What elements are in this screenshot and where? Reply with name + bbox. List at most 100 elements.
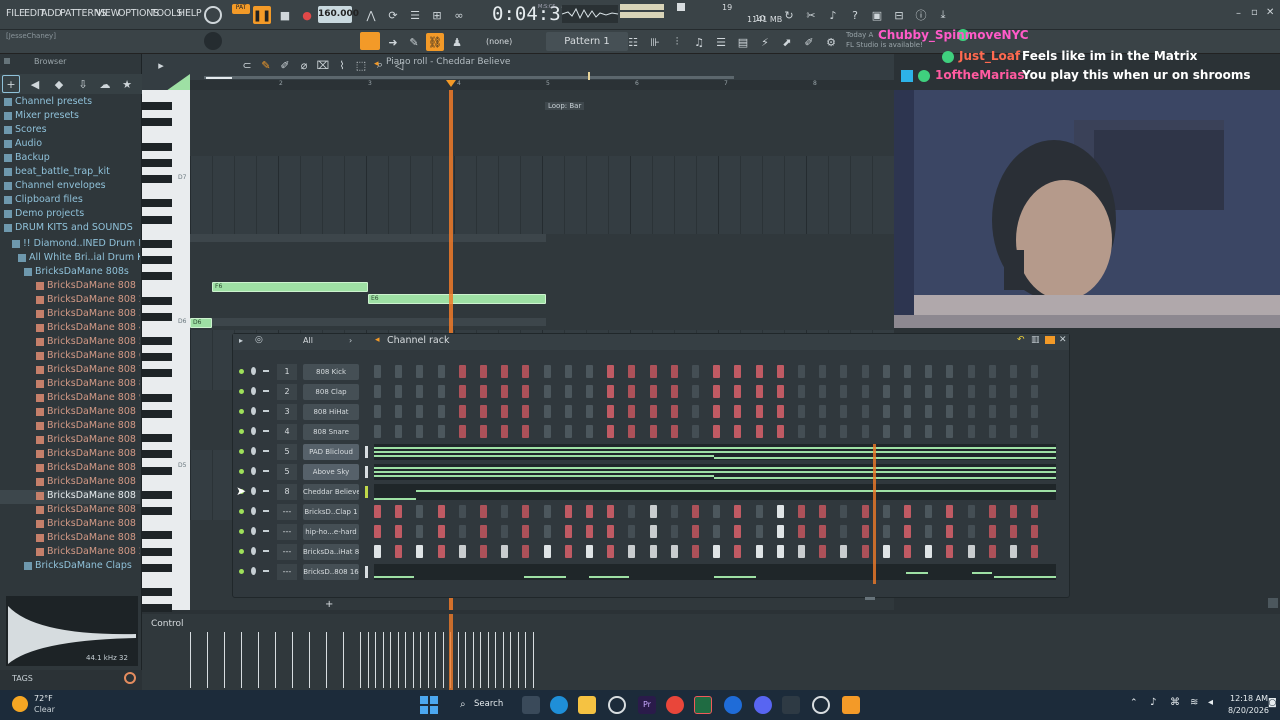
step-button[interactable] <box>798 385 805 398</box>
black-key[interactable] <box>142 563 172 572</box>
velocity-bar[interactable] <box>275 632 276 688</box>
tools-icon[interactable]: ⚙ <box>822 33 840 51</box>
step-button[interactable] <box>861 365 869 378</box>
step-button[interactable] <box>1010 405 1017 418</box>
step-button[interactable] <box>586 385 593 398</box>
step-button[interactable] <box>925 405 933 418</box>
velocity-bar[interactable] <box>375 632 376 688</box>
clock-date[interactable]: 8/20/2026 <box>1228 706 1269 715</box>
step-button[interactable] <box>564 385 572 398</box>
tempo-display[interactable]: 160.000 <box>318 6 359 23</box>
step-button[interactable] <box>1031 525 1039 538</box>
step-button[interactable] <box>819 545 827 558</box>
step-button[interactable] <box>798 525 805 538</box>
step-button[interactable] <box>480 365 487 378</box>
notification-icon[interactable]: ◙ <box>1268 698 1277 708</box>
step-button[interactable] <box>904 505 911 518</box>
step-button[interactable] <box>395 525 403 538</box>
step-button[interactable] <box>861 425 869 438</box>
mixer-track-number[interactable]: --- <box>277 544 297 560</box>
download-browser-icon[interactable]: ⇩ <box>74 75 92 93</box>
velocity-bar[interactable] <box>435 632 436 688</box>
channel-name-button[interactable]: PAD Blicloud <box>303 444 359 460</box>
step-button[interactable] <box>755 405 763 418</box>
step-button[interactable] <box>416 365 424 378</box>
step-button[interactable] <box>1031 365 1039 378</box>
pencil-brush-icon[interactable]: ✐ <box>800 33 818 51</box>
channel-mute-led[interactable] <box>239 369 244 374</box>
stop-icon[interactable]: ■ <box>276 6 294 24</box>
channel-rack-icon[interactable]: ⊪ <box>646 33 664 51</box>
premiere-icon[interactable]: Pr <box>638 696 656 714</box>
file-explorer-icon[interactable] <box>578 696 596 714</box>
step-button[interactable] <box>819 365 827 378</box>
step-button[interactable] <box>564 525 572 538</box>
browser-file[interactable]: BricksDaMane 808 19 <box>0 532 140 546</box>
velocity-bar[interactable] <box>442 632 444 688</box>
step-button[interactable] <box>1031 425 1039 438</box>
channel-name-button[interactable]: 808 Snare <box>303 424 359 440</box>
step-button[interactable] <box>649 525 657 538</box>
step-button[interactable] <box>628 425 636 438</box>
channel-mute-led[interactable] <box>239 409 244 414</box>
step-button[interactable] <box>586 405 593 418</box>
step-button[interactable] <box>374 505 381 518</box>
step-button[interactable] <box>734 365 742 378</box>
help-icon[interactable]: ? <box>846 6 864 24</box>
step-button[interactable] <box>967 525 975 538</box>
step-button[interactable] <box>840 505 848 518</box>
browser-folder[interactable]: Channel presets <box>0 96 140 110</box>
mixer-view-icon[interactable]: ⫶ <box>668 33 686 51</box>
step-button[interactable] <box>395 545 403 558</box>
velocity-bar[interactable] <box>502 632 504 688</box>
step-button[interactable] <box>967 545 975 558</box>
velocity-bar[interactable] <box>412 632 414 688</box>
velocity-lane[interactable] <box>190 628 546 688</box>
microphone-icon[interactable]: ♪ <box>824 6 842 24</box>
step-button[interactable] <box>564 425 572 438</box>
channel-pan-knob[interactable] <box>251 387 256 395</box>
playlist-icon[interactable]: ☷ <box>624 33 642 51</box>
download-icon[interactable]: ⤓ <box>934 6 952 24</box>
browser-icon[interactable]: ☰ <box>712 33 730 51</box>
step-button[interactable] <box>437 525 445 538</box>
step-button[interactable] <box>501 425 509 438</box>
step-button[interactable] <box>522 385 530 398</box>
step-button[interactable] <box>670 385 678 398</box>
step-button[interactable] <box>904 405 911 418</box>
bar-ruler[interactable]: 2 3 4 5 6 7 8 <box>190 80 894 90</box>
black-key[interactable] <box>142 531 172 540</box>
step-button[interactable] <box>904 365 911 378</box>
file-icon[interactable]: ▤ <box>734 33 752 51</box>
note[interactable]: E6 <box>368 294 546 304</box>
edge-icon[interactable] <box>550 696 568 714</box>
step-button[interactable] <box>522 525 530 538</box>
step-button[interactable] <box>819 405 827 418</box>
wait-input-icon[interactable]: ⟳ <box>384 6 402 24</box>
step-button[interactable] <box>988 545 996 558</box>
step-button[interactable] <box>692 385 699 398</box>
black-key[interactable] <box>142 409 172 418</box>
black-key[interactable] <box>142 588 172 597</box>
step-button[interactable] <box>670 405 678 418</box>
step-edit-icon[interactable]: ⊞ <box>428 6 446 24</box>
black-key[interactable] <box>142 466 172 475</box>
step-button[interactable] <box>904 425 911 438</box>
step-button[interactable] <box>692 525 699 538</box>
step-button[interactable] <box>458 365 466 378</box>
black-key[interactable] <box>142 393 172 402</box>
step-button[interactable] <box>458 525 466 538</box>
channel-pan-knob[interactable] <box>251 567 256 575</box>
step-button[interactable] <box>713 425 721 438</box>
mute-icon[interactable]: ⌧ <box>314 56 332 74</box>
network-icon[interactable]: ⌘ <box>1170 697 1180 708</box>
black-key[interactable] <box>142 158 172 167</box>
channel-name-button[interactable]: BricksD..808 16 <box>303 564 359 580</box>
browser-folder[interactable]: Clipboard files <box>0 194 140 208</box>
browser-file[interactable]: BricksDaMane 808 20 <box>0 546 140 560</box>
step-button[interactable] <box>670 505 678 518</box>
black-key[interactable] <box>142 312 172 321</box>
step-button[interactable] <box>734 525 742 538</box>
velocity-bar[interactable] <box>190 632 191 688</box>
maximize-icon[interactable]: ▫ <box>1251 7 1258 18</box>
